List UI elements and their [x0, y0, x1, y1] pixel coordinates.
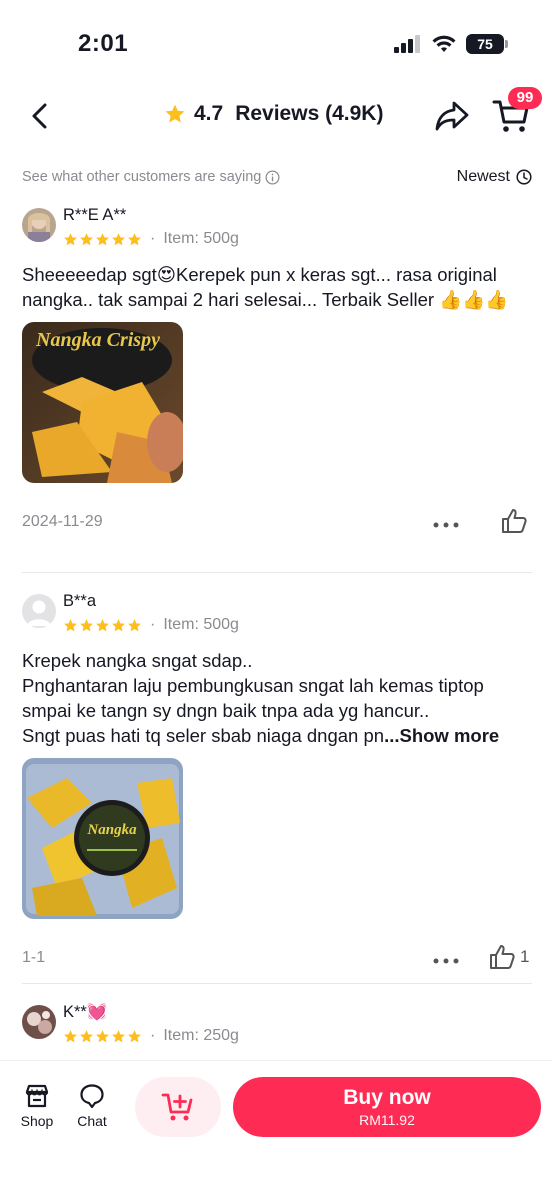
status-icons: 75: [394, 34, 508, 54]
review-divider: [22, 983, 532, 984]
page-title: 4.7 Reviews (4.9K): [164, 102, 383, 126]
review-variant-code: 1-1: [22, 949, 46, 966]
battery-indicator: 75: [466, 34, 508, 54]
nav-bar: 4.7 Reviews (4.9K) 99: [0, 87, 552, 142]
buy-now-button[interactable]: Buy now RM11.92: [233, 1077, 541, 1137]
avatar[interactable]: [22, 1005, 56, 1039]
star-icon: [96, 232, 109, 245]
clock-icon: [516, 169, 532, 185]
more-dots-icon: [433, 958, 459, 964]
avatar[interactable]: [22, 594, 56, 628]
like-button[interactable]: [500, 505, 532, 537]
chat-label: Chat: [77, 1113, 107, 1129]
star-icon: [112, 232, 125, 245]
star-icon: [165, 104, 185, 123]
review-divider: [22, 572, 532, 573]
package-label: Nangka: [86, 822, 137, 838]
reviewer-row: K**💓 · Item: 250g: [22, 1003, 532, 1053]
buy-now-label: Buy now: [343, 1086, 431, 1109]
reviews-caption-text: See what other customers are saying: [22, 169, 262, 185]
reviewer-name: K**💓: [63, 1003, 108, 1021]
reviewer-name: R**E A**: [63, 206, 127, 224]
star-icon: [128, 232, 141, 245]
star-icon: [64, 618, 77, 631]
item-variant: Item: 500g: [163, 230, 239, 247]
rating-value: 4.7: [194, 102, 224, 125]
star-icon: [96, 1029, 109, 1042]
star-icon: [64, 1029, 77, 1042]
thumbs-up-icon: [490, 945, 515, 969]
reviews-count-label: Reviews (4.9K): [235, 102, 384, 125]
reviews-page: 2:01 75 4.7 Reviews (4.9K) 99 See what o…: [0, 0, 552, 1200]
review-item: K**💓 · Item: 250g: [22, 1003, 532, 1053]
separator-dot: ·: [150, 616, 156, 633]
sort-button[interactable]: Newest: [457, 168, 532, 186]
bottom-action-bar: Shop Chat Buy now RM11.92: [0, 1060, 552, 1200]
star-icon: [80, 1029, 93, 1042]
review-photo[interactable]: Nangka: [22, 758, 183, 919]
star-rating: [63, 1029, 142, 1044]
chat-button[interactable]: Chat: [62, 1083, 122, 1129]
chat-icon: [80, 1084, 104, 1109]
star-icon: [128, 1029, 141, 1042]
wifi-icon: [432, 35, 456, 52]
review-text: Krepek nangka sngat sdap.. Pnghantaran l…: [22, 648, 532, 748]
separator-dot: ·: [150, 1027, 156, 1044]
add-to-cart-icon: [161, 1093, 193, 1121]
rating-row: · Item: 500g: [63, 230, 239, 248]
add-to-cart-button[interactable]: [135, 1077, 221, 1137]
more-options-button[interactable]: [432, 513, 460, 537]
review-text: Sheeeeedap sgt😍Kerepek pun x keras sgt..…: [22, 264, 509, 310]
review-item: R**E A** · Item: 500g Sheeeeedap sgt😍Ker…: [22, 206, 532, 545]
star-rating: [63, 618, 142, 633]
star-icon: [80, 618, 93, 631]
reviews-subheader: See what other customers are saying Newe…: [22, 164, 532, 190]
more-options-button[interactable]: [432, 949, 460, 973]
reviewer-name: B**a: [63, 592, 97, 610]
item-variant: Item: 500g: [163, 616, 239, 633]
item-variant: Item: 250g: [163, 1027, 239, 1044]
thumbs-up-icon: [502, 509, 527, 533]
rating-row: · Item: 500g: [63, 616, 239, 634]
buy-now-price: RM11.92: [359, 1112, 415, 1128]
star-icon: [80, 232, 93, 245]
review-photo[interactable]: Nangka Crispy: [22, 322, 183, 483]
review-item: B**a · Item: 500g Krepek nangka sngat sd…: [22, 592, 532, 981]
like-button[interactable]: 1: [488, 941, 529, 973]
star-icon: [128, 618, 141, 631]
status-time: 2:01: [78, 30, 129, 57]
star-icon: [96, 618, 109, 631]
shop-icon: [25, 1084, 49, 1108]
reviews-caption: See what other customers are saying: [22, 169, 280, 185]
avatar[interactable]: [22, 208, 56, 242]
share-arrow-icon: [435, 101, 469, 131]
star-icon: [64, 232, 77, 245]
star-icon: [112, 1029, 125, 1042]
like-count: 1: [520, 947, 530, 966]
rating-row: · Item: 250g: [63, 1027, 239, 1045]
back-button[interactable]: [22, 98, 56, 134]
sort-label: Newest: [456, 168, 510, 185]
status-bar: 2:01 75: [0, 0, 552, 90]
signal-icon: [394, 35, 420, 53]
separator-dot: ·: [150, 230, 156, 247]
shop-label: Shop: [20, 1113, 54, 1129]
package-label: Nangka Crispy: [35, 329, 160, 351]
star-rating: [63, 232, 142, 247]
show-more-link[interactable]: ...Show more: [384, 725, 499, 746]
shop-button[interactable]: Shop: [7, 1083, 67, 1129]
star-icon: [112, 618, 125, 631]
reviewer-row: B**a · Item: 500g: [22, 592, 532, 642]
review-date: 2024-11-29: [22, 513, 103, 530]
reviewer-row: R**E A** · Item: 500g: [22, 206, 532, 256]
chevron-left-icon: [32, 103, 47, 129]
cart-count-badge: 99: [508, 87, 542, 109]
review-footer: 2024-11-29: [22, 505, 532, 545]
info-icon[interactable]: [265, 170, 280, 185]
more-dots-icon: [433, 522, 459, 528]
share-button[interactable]: [434, 100, 474, 134]
review-footer: 1-1 1: [22, 941, 532, 981]
